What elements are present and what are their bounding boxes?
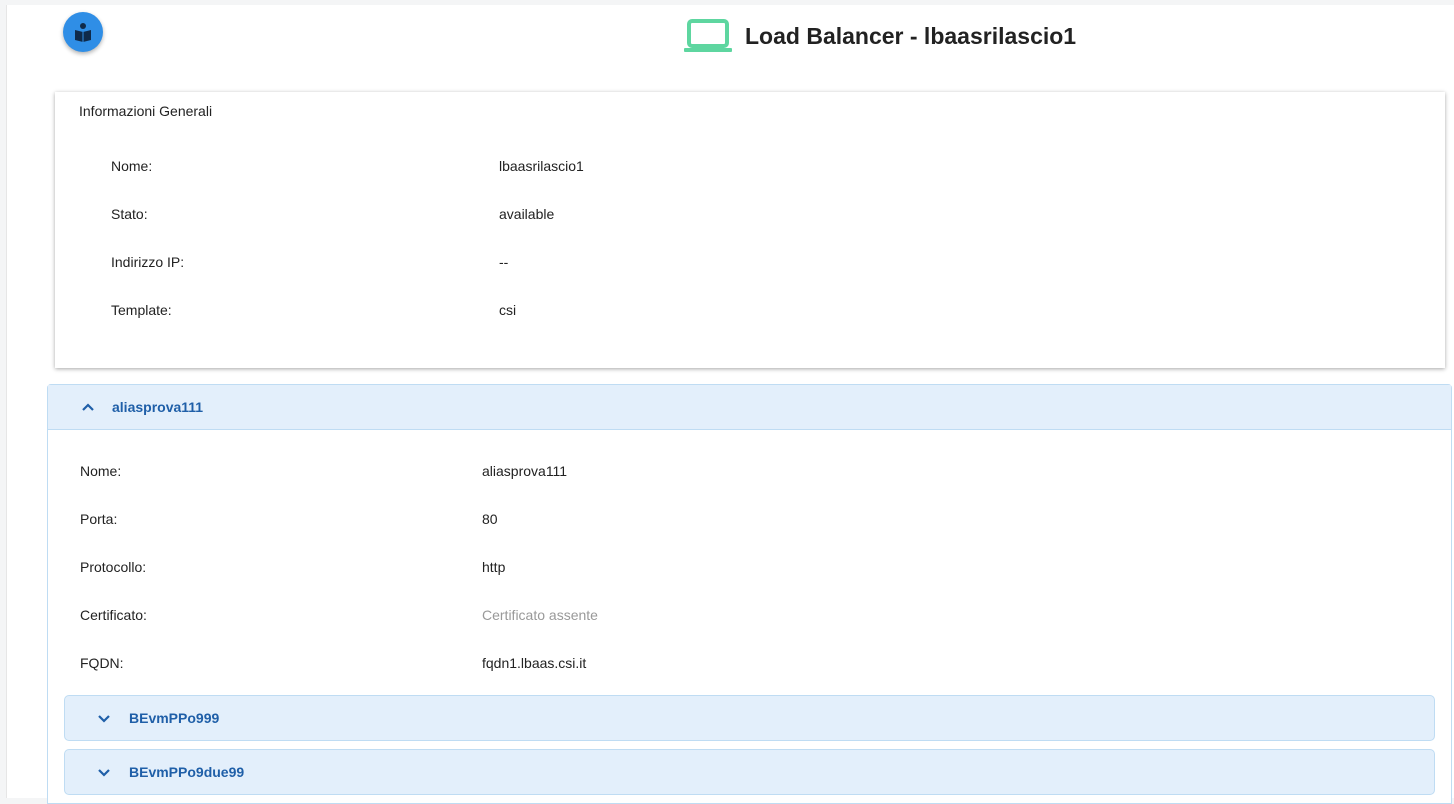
- listener-label: FQDN:: [80, 655, 124, 671]
- listener-label: Protocollo:: [80, 559, 147, 575]
- listener-accordion: aliasprova111 Nome: aliasprova111 Porta:…: [47, 384, 1452, 804]
- listener-value: http: [482, 559, 506, 575]
- listener-value: Certificato assente: [482, 607, 598, 623]
- laptop-icon: [684, 19, 732, 52]
- listener-value: 80: [482, 511, 498, 527]
- info-value: --: [499, 254, 509, 270]
- info-label: Stato:: [111, 206, 148, 222]
- page-header: Load Balancer - lbaasrilascio1: [683, 18, 1076, 54]
- listener-label: Nome:: [80, 463, 122, 479]
- info-value: available: [499, 206, 555, 222]
- chevron-up-icon: [82, 403, 94, 411]
- backend-title: BEvmPPo9due99: [129, 764, 245, 780]
- listener-label: Certificato:: [80, 607, 147, 623]
- backend-accordion-header[interactable]: BEvmPPo9due99: [64, 749, 1435, 795]
- listener-value: fqdn1.lbaas.csi.it: [482, 655, 587, 671]
- info-label: Indirizzo IP:: [111, 254, 185, 270]
- listener-value: aliasprova111: [482, 463, 568, 479]
- card-title: Informazioni Generali: [79, 103, 213, 119]
- backend-title: BEvmPPo999: [129, 710, 220, 726]
- info-value: lbaasrilascio1: [499, 158, 584, 174]
- chevron-down-icon: [98, 715, 110, 723]
- listener-label: Porta:: [80, 511, 118, 527]
- info-label: Template:: [111, 302, 172, 318]
- listener-accordion-header[interactable]: aliasprova111: [48, 385, 1451, 430]
- page-title: Load Balancer - lbaasrilascio1: [745, 22, 1077, 49]
- chevron-down-icon: [98, 769, 110, 777]
- info-value: csi: [499, 302, 517, 318]
- page: Load Balancer - lbaasrilascio1 Informazi…: [6, 5, 1454, 804]
- info-label: Nome:: [111, 158, 153, 174]
- help-button[interactable]: [63, 12, 103, 52]
- general-info-card: Informazioni Generali Nome: lbaasrilasci…: [55, 92, 1445, 368]
- backend-accordion-header[interactable]: BEvmPPo999: [64, 695, 1435, 741]
- listener-title: aliasprova111: [112, 399, 204, 415]
- help-book-icon: [75, 23, 91, 42]
